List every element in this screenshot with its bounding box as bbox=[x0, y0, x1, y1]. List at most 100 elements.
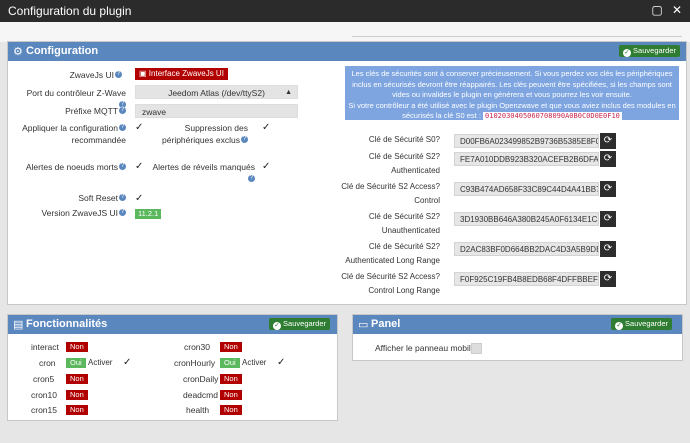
key-label: Clé de Sécurité S2 bbox=[368, 212, 436, 221]
activer-label: Activer bbox=[242, 358, 267, 367]
mqtt-input-value: zwave bbox=[142, 107, 167, 117]
feature-name: cronDaily bbox=[183, 374, 219, 384]
feature-name: cron10 bbox=[31, 390, 57, 400]
info-line-s0: sécurisés la clé S0 est : 01020304050607… bbox=[345, 111, 679, 122]
zwavejs-ui-button-label: Interface ZwaveJs UI bbox=[148, 69, 224, 78]
window-icon: ▭ bbox=[358, 319, 369, 331]
save-features-button[interactable]: ✓ Sauvegarder bbox=[269, 318, 330, 330]
check-icon: ✓ bbox=[623, 49, 632, 57]
save-config-button[interactable]: ✓ Sauvegarder bbox=[619, 45, 680, 57]
feature-name: cron15 bbox=[31, 405, 57, 415]
key-label-sub: Unauthenticated bbox=[381, 226, 440, 235]
mqtt-label: Préfixe MQTT? bbox=[20, 105, 126, 117]
port-select-value: Jeedom Atlas (/dev/ttyS2) bbox=[168, 88, 265, 98]
key-s2-auth-label: Clé de Sécurité S2? Authenticated bbox=[340, 150, 440, 178]
info-line: inclus en sécurisés devront être réappai… bbox=[352, 79, 672, 89]
save-config-label: Sauvegarder bbox=[633, 46, 676, 55]
version-label: Version ZwaveJS UI? bbox=[20, 207, 126, 219]
zwavejs-ui-label-text: ZwaveJs UI bbox=[69, 70, 114, 80]
help-icon[interactable]: ? bbox=[436, 272, 440, 281]
refresh-icon[interactable]: ⟳ bbox=[600, 181, 616, 197]
check-icon: ✓ bbox=[273, 322, 282, 330]
version-badge: 11.2.1 bbox=[135, 209, 162, 219]
key-s2-access-input[interactable]: C93B474AD658F33C89C44D4A41BB7099 bbox=[454, 182, 599, 196]
key-s2-access-lr-label: Clé de Sécurité S2 Access? Control Long R… bbox=[340, 270, 440, 298]
key-s0-label: Clé de Sécurité S0? bbox=[340, 131, 440, 149]
delete-excluded-checkbox[interactable]: ✓ bbox=[262, 123, 270, 133]
mobile-panel-checkbox[interactable] bbox=[471, 343, 482, 354]
help-icon[interactable]: ? bbox=[436, 135, 440, 144]
key-label: Clé de Sécurité S0 bbox=[368, 135, 436, 144]
help-icon[interactable]: ? bbox=[119, 107, 126, 114]
delete-excluded-label-2: périphériques exclus bbox=[162, 135, 240, 145]
key-s0-input[interactable]: D00FB6A023499852B9736B5385E8F0A9 bbox=[454, 134, 599, 148]
mobile-panel-label: Afficher le panneau mobile bbox=[375, 343, 476, 353]
help-icon[interactable]: ? bbox=[119, 209, 126, 216]
feature-name: health bbox=[186, 405, 210, 415]
mqtt-input[interactable]: zwave bbox=[135, 104, 298, 118]
key-label-sub: Authenticated Long Range bbox=[345, 256, 440, 265]
minimize-icon[interactable]: ▢ bbox=[651, 4, 663, 16]
key-s2-access-lr-input[interactable]: F0F925C19FB4B8EDB68F4DFFBBEFFD63 bbox=[454, 272, 599, 286]
dead-nodes-checkbox[interactable]: ✓ bbox=[135, 162, 143, 172]
refresh-icon[interactable]: ⟳ bbox=[600, 241, 616, 257]
refresh-icon[interactable]: ⟳ bbox=[600, 151, 616, 167]
missed-wakeup-label: Alertes de réveils manqués? bbox=[150, 161, 255, 185]
refresh-icon[interactable]: ⟳ bbox=[600, 271, 616, 287]
check-icon: ✓ bbox=[615, 322, 624, 330]
port-label-text: Port du contrôleur Z-Wave bbox=[26, 88, 126, 98]
help-icon[interactable]: ? bbox=[115, 71, 122, 78]
feature-status-badge: Oui bbox=[66, 358, 86, 368]
window-titlebar: Configuration du plugin ▢ ✕ bbox=[0, 0, 690, 22]
external-link-icon: ▣ bbox=[139, 69, 147, 78]
refresh-icon[interactable]: ⟳ bbox=[600, 133, 616, 149]
activer-checkbox[interactable]: ✓ bbox=[277, 358, 285, 368]
info-line: Les clés de sécurités sont à conserver p… bbox=[351, 69, 673, 78]
gears-icon: ⚙ bbox=[13, 46, 23, 58]
key-label: Clé de Sécurité S2 bbox=[368, 152, 436, 161]
help-icon[interactable]: ? bbox=[436, 182, 440, 191]
close-icon[interactable]: ✕ bbox=[671, 4, 683, 16]
feature-status-badge: Non bbox=[66, 374, 88, 384]
port-select[interactable]: Jeedom Atlas (/dev/ttyS2) ▲ bbox=[135, 85, 298, 99]
help-icon[interactable]: ? bbox=[248, 175, 255, 182]
soft-reset-label: Soft Reset? bbox=[20, 192, 126, 204]
feature-status-badge: Non bbox=[66, 390, 88, 400]
configuration-title: Configuration bbox=[26, 45, 99, 57]
panel-title: Panel bbox=[371, 318, 401, 330]
soft-reset-checkbox[interactable]: ✓ bbox=[135, 194, 143, 204]
feature-status-badge: Oui bbox=[220, 358, 240, 368]
feature-status-badge: Non bbox=[66, 342, 88, 352]
apply-config-checkbox[interactable]: ✓ bbox=[135, 123, 143, 133]
key-s2-unauth-input[interactable]: 3D1930BB646A380B245A0F6134E1C860 bbox=[454, 212, 599, 226]
help-icon[interactable]: ? bbox=[436, 212, 440, 221]
key-s2-auth-input[interactable]: FE7A010DDB923B320ACEFB2B6DFAEF9E bbox=[454, 152, 599, 166]
help-icon[interactable]: ? bbox=[241, 136, 248, 143]
missed-wakeup-checkbox[interactable]: ✓ bbox=[262, 162, 270, 172]
configuration-header: ⚙ Configuration ✓ Sauvegarder bbox=[8, 42, 686, 61]
s0-key-code: 0102030405060708090A0B0C0D0E0F10 bbox=[483, 112, 622, 120]
refresh-icon[interactable]: ⟳ bbox=[600, 211, 616, 227]
save-panel-button[interactable]: ✓ Sauvegarder bbox=[611, 318, 672, 330]
key-label: Clé de Sécurité S2 bbox=[368, 242, 436, 251]
zwavejs-ui-label: ZwaveJs UI? bbox=[20, 69, 122, 81]
info-line: sécurisés la clé S0 est : bbox=[402, 111, 481, 120]
feature-name: cronHourly bbox=[174, 358, 216, 368]
help-icon[interactable]: ? bbox=[119, 194, 126, 201]
save-features-label: Sauvegarder bbox=[283, 319, 326, 328]
zwavejs-ui-button[interactable]: ▣ Interface ZwaveJs UI bbox=[135, 68, 228, 80]
help-icon[interactable]: ? bbox=[119, 124, 126, 131]
apply-config-label: Appliquer la configuration? recommandée bbox=[20, 122, 126, 146]
window-title: Configuration du plugin bbox=[8, 4, 132, 18]
features-title: Fonctionnalités bbox=[26, 318, 108, 330]
key-label-sub: Authenticated bbox=[391, 166, 440, 175]
feature-name: cron30 bbox=[184, 342, 210, 352]
security-info-box: Les clés de sécurités sont à conserver p… bbox=[345, 66, 679, 120]
help-icon[interactable]: ? bbox=[436, 242, 440, 251]
key-s2-auth-lr-input[interactable]: D2AC83BF0D664BB2DAC4D3A5B9DBB12 bbox=[454, 242, 599, 256]
key-s2-unauth-label: Clé de Sécurité S2? Unauthenticated bbox=[340, 210, 440, 238]
save-panel-label: Sauvegarder bbox=[625, 319, 668, 328]
help-icon[interactable]: ? bbox=[436, 152, 440, 161]
help-icon[interactable]: ? bbox=[119, 163, 126, 170]
activer-checkbox[interactable]: ✓ bbox=[123, 358, 131, 368]
